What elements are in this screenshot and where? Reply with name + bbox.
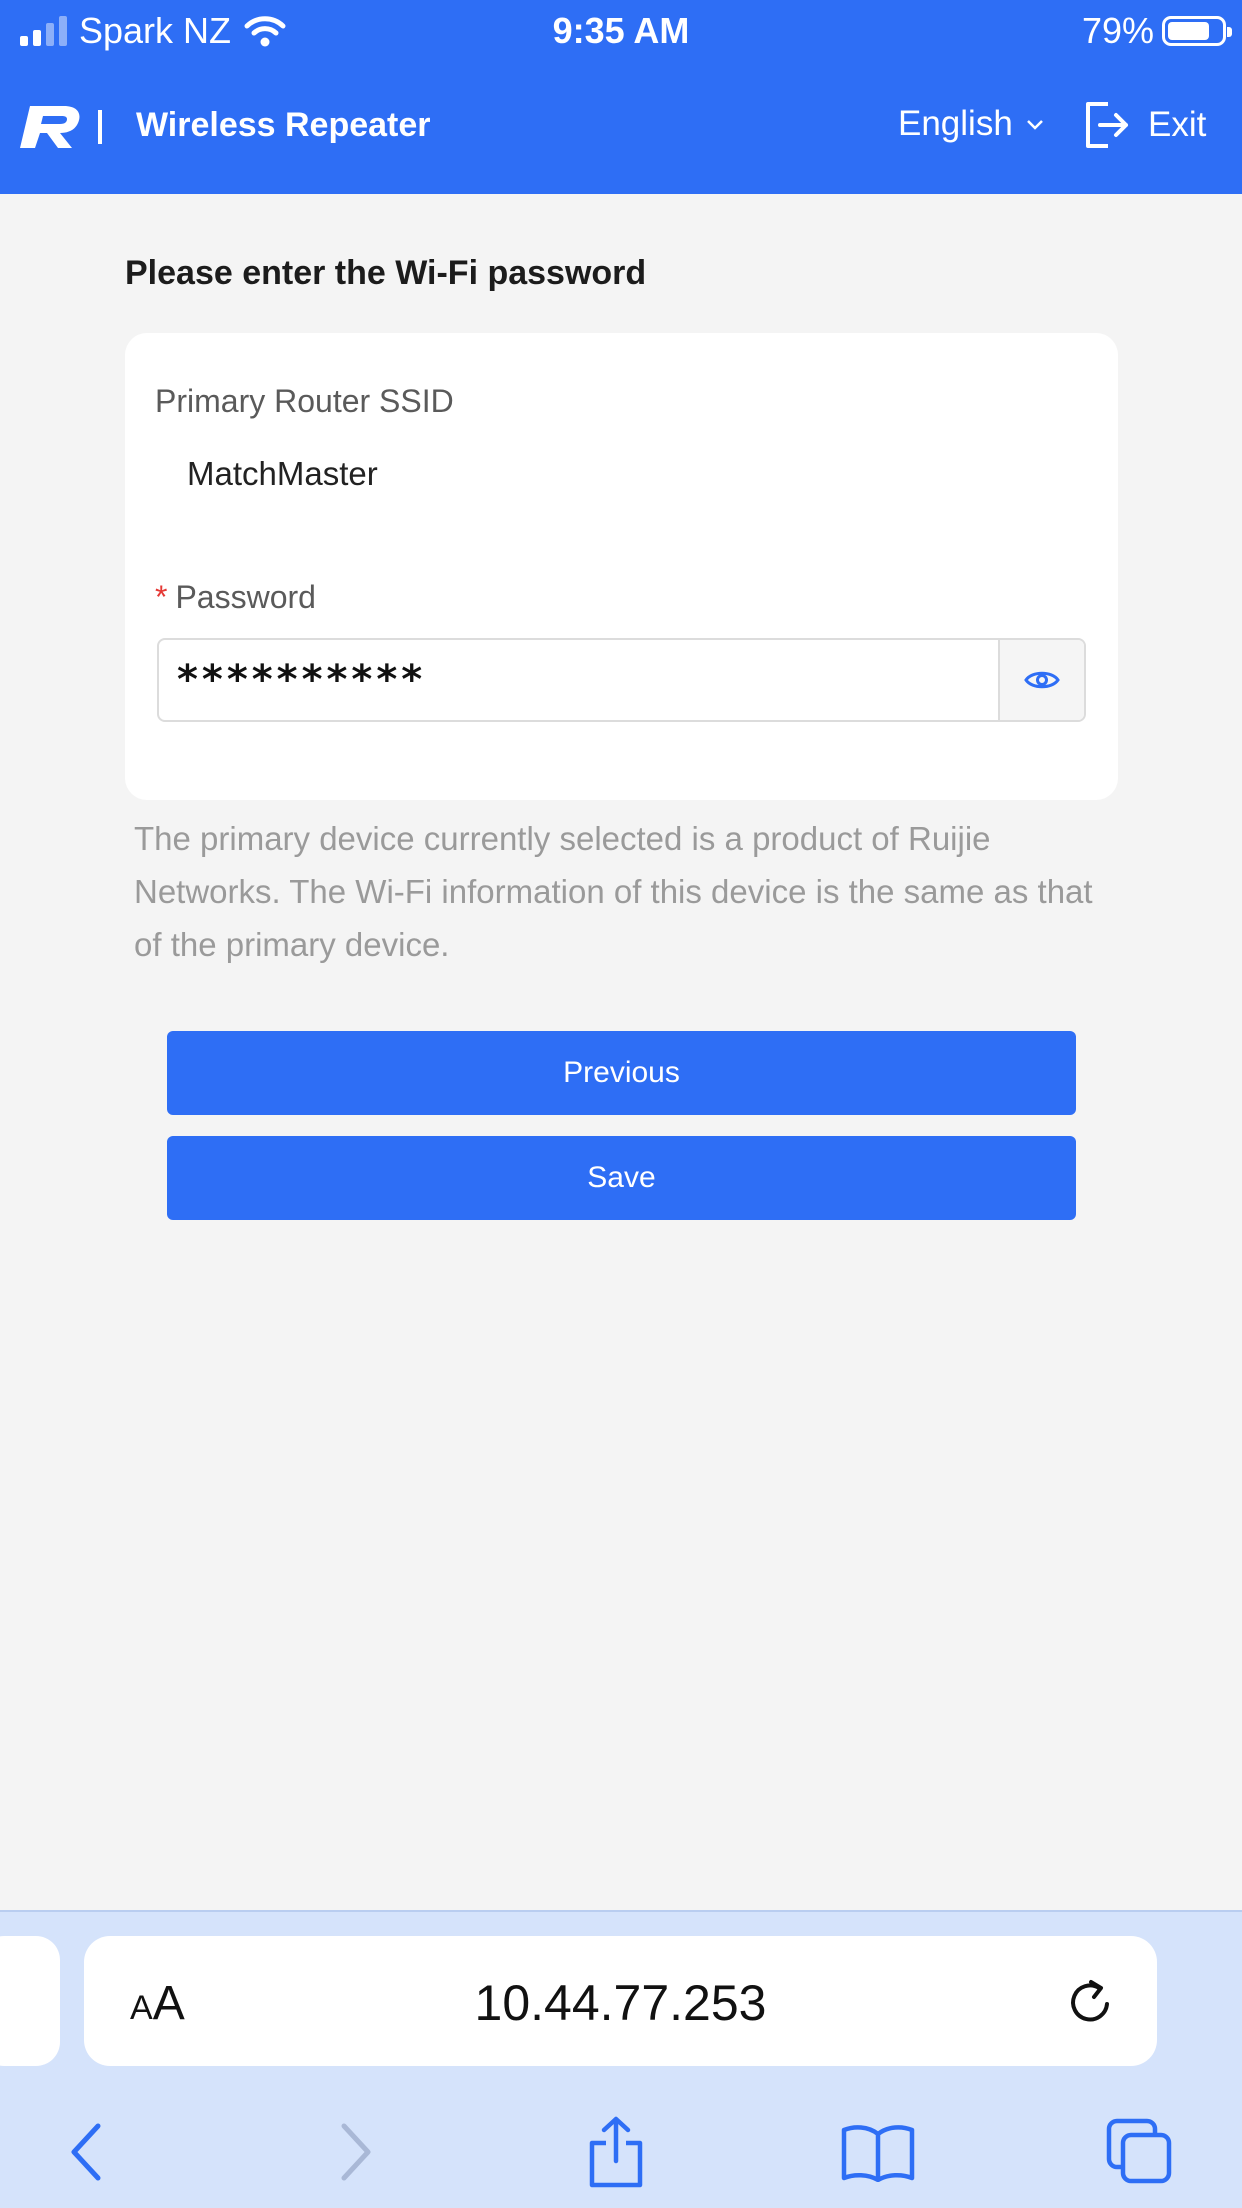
previous-button[interactable]: Previous (167, 1031, 1076, 1115)
exit-icon (1086, 102, 1128, 148)
browser-toolbar: AA 10.44.77.253 (0, 1910, 1242, 2208)
back-button[interactable] (46, 2112, 126, 2192)
exit-label: Exit (1148, 105, 1207, 144)
url-text: 10.44.77.253 (474, 1975, 767, 2031)
language-label: English (898, 104, 1013, 143)
password-field (157, 638, 1086, 722)
page-title: Please enter the Wi-Fi password (125, 254, 647, 292)
battery-icon (1162, 16, 1232, 46)
clock: 9:35 AM (552, 10, 690, 51)
ssid-label: Primary Router SSID (155, 383, 454, 419)
bookmarks-button[interactable] (838, 2112, 918, 2192)
chevron-down-icon (1026, 120, 1043, 130)
exit-button[interactable]: Exit (1082, 100, 1206, 150)
save-button[interactable]: Save (167, 1136, 1076, 1220)
help-text: The primary device currently selected is… (134, 820, 1093, 963)
chevron-right-icon (341, 2123, 371, 2181)
share-icon (589, 2116, 643, 2188)
eye-icon (1024, 671, 1060, 689)
share-button[interactable] (576, 2112, 656, 2192)
forward-button[interactable] (316, 2112, 396, 2192)
password-input[interactable] (159, 640, 999, 720)
previous-tab-preview[interactable] (0, 1936, 60, 2066)
status-right: 79% (1081, 10, 1232, 52)
address-bar[interactable]: AA 10.44.77.253 (84, 1936, 1157, 2066)
wifi-form-card: Primary Router SSID MatchMaster * Passwor… (125, 333, 1118, 800)
show-password-toggle[interactable] (998, 640, 1084, 720)
chevron-left-icon (71, 2123, 101, 2181)
battery-percent: 79% (1081, 10, 1154, 51)
reload-icon[interactable] (1063, 1974, 1119, 2030)
password-label-row: * Password (155, 579, 316, 616)
required-asterisk: * (155, 579, 168, 615)
app-title: Wireless Repeater (136, 106, 431, 144)
password-label: Password (175, 579, 316, 615)
app-header: Wireless Repeater English Exit (0, 62, 1242, 194)
ssid-value: MatchMaster (187, 455, 378, 492)
ruijie-logo-icon (20, 106, 80, 148)
header-divider (98, 110, 102, 144)
tabs-icon (1106, 2118, 1172, 2184)
tabs-button[interactable] (1100, 2112, 1180, 2192)
status-bar: Spark NZ 9:35 AM 79% (0, 0, 1242, 62)
language-selector[interactable]: English (898, 104, 1045, 144)
book-icon (841, 2125, 915, 2182)
